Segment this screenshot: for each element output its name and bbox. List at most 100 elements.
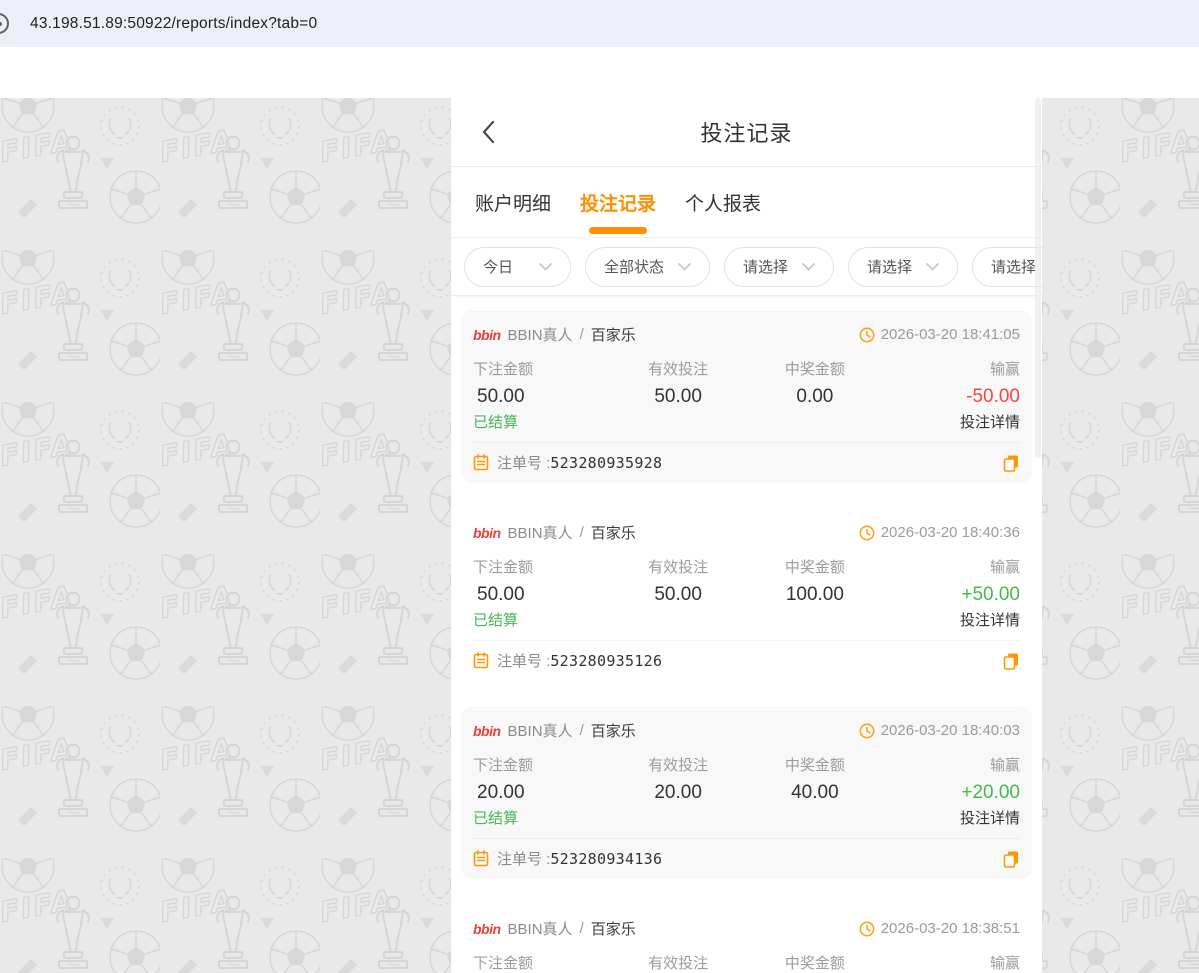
order-note-icon	[473, 850, 489, 867]
url-text[interactable]: 43.198.51.89:50922/reports/index?tab=0	[30, 15, 317, 33]
order-number-label: 注单号 :	[497, 452, 550, 473]
bet-time: 2026-03-20 18:40:03	[859, 722, 1020, 739]
copy-icon	[1003, 454, 1020, 472]
copy-icon	[1003, 652, 1020, 670]
copy-icon	[1003, 850, 1020, 868]
panel-header: 投注记录	[451, 98, 1042, 167]
bet-time: 2026-03-20 18:41:05	[859, 326, 1020, 343]
provider-name: BBIN真人	[508, 324, 573, 345]
tab-personal-report[interactable]: 个人报表	[685, 167, 761, 237]
profit-value: +20.00	[883, 782, 1020, 804]
profit-label: 输赢	[883, 556, 1020, 577]
tab-account-detail[interactable]: 账户明细	[475, 167, 551, 237]
profit-col: 输赢 +50.00	[883, 556, 1020, 606]
provider-name: BBIN真人	[508, 918, 573, 939]
order-number-label: 注单号 :	[497, 848, 550, 869]
bet-record-list: bbin BBIN真人 / 百家乐 2026-03-20 18:41:05 下注…	[451, 296, 1042, 973]
win-amount-col: 中奖金额 100.00	[747, 556, 884, 606]
bet-amount-value: 50.00	[473, 584, 610, 606]
tab-bar: 账户明细 投注记录 个人报表	[451, 167, 1042, 238]
amount-columns: 下注金额 20.00 有效投注 20.00 中奖金额 40.00 输赢 +20.…	[473, 754, 1020, 804]
copy-button[interactable]	[1003, 652, 1020, 670]
bet-detail-link[interactable]: 投注详情	[960, 609, 1020, 630]
clock-icon	[859, 327, 875, 343]
chevron-down-icon	[802, 263, 815, 271]
provider-separator: /	[580, 722, 584, 739]
provider-name: BBIN真人	[508, 720, 573, 741]
profit-col: 输赢 -50.00	[883, 358, 1020, 408]
clock-icon	[859, 525, 875, 541]
order-number-value: 523280935928	[550, 454, 662, 472]
valid-bet-value: 50.00	[610, 386, 747, 408]
bet-amount-col: 下注金额 50.00	[473, 358, 610, 408]
bet-timestamp: 2026-03-20 18:38:51	[881, 920, 1020, 937]
bet-time: 2026-03-20 18:40:36	[859, 524, 1020, 541]
filter-status-label: 全部状态	[604, 256, 664, 277]
valid-bet-col: 有效投注 100.00	[610, 952, 747, 973]
app-panel: 投注记录 账户明细 投注记录 个人报表 今日 全部状态 请选择	[451, 98, 1042, 973]
chevron-down-icon	[539, 263, 552, 271]
order-number-value: 523280935126	[550, 652, 662, 670]
browser-address-bar[interactable]: 43.198.51.89:50922/reports/index?tab=0	[0, 0, 1199, 47]
bet-record-card: bbin BBIN真人 / 百家乐 2026-03-20 18:40:03 下注…	[461, 706, 1032, 879]
provider-info: bbin BBIN真人 / 百家乐	[473, 324, 636, 345]
profit-col: 输赢 +20.00	[883, 754, 1020, 804]
chevron-left-icon	[481, 120, 495, 144]
filter-select-5[interactable]: 请选择	[972, 247, 1042, 287]
card-header: bbin BBIN真人 / 百家乐 2026-03-20 18:40:03	[473, 720, 1020, 741]
profit-value: -50.00	[883, 386, 1020, 408]
bet-amount-col: 下注金额 50.00	[473, 556, 610, 606]
card-header: bbin BBIN真人 / 百家乐 2026-03-20 18:41:05	[473, 324, 1020, 345]
provider-info: bbin BBIN真人 / 百家乐	[473, 522, 636, 543]
valid-bet-value: 20.00	[610, 782, 747, 804]
bet-detail-link[interactable]: 投注详情	[960, 411, 1020, 432]
win-amount-label: 中奖金额	[747, 952, 884, 973]
profit-label: 输赢	[883, 754, 1020, 775]
status-badge: 已结算	[473, 807, 518, 828]
filter-date-select[interactable]: 今日	[464, 247, 571, 287]
copy-button[interactable]	[1003, 850, 1020, 868]
bet-amount-col: 下注金额 20.00	[473, 754, 610, 804]
clock-icon	[859, 723, 875, 739]
amount-columns: 下注金额 50.00 有效投注 50.00 中奖金额 100.00 输赢 +50…	[473, 556, 1020, 606]
bbin-logo: bbin	[473, 327, 501, 343]
bet-amount-value: 20.00	[473, 782, 610, 804]
win-amount-col: 中奖金额 40.00	[747, 754, 884, 804]
tab-bet-records[interactable]: 投注记录	[580, 167, 656, 237]
profit-col: 输赢 -100.00	[883, 952, 1020, 973]
panel-scrollbar[interactable]	[1035, 98, 1041, 458]
status-row: 已结算 投注详情	[473, 807, 1020, 828]
site-info-icon[interactable]	[0, 13, 9, 34]
filter-select-3[interactable]: 请选择	[724, 247, 834, 287]
filter-select-4[interactable]: 请选择	[848, 247, 958, 287]
bet-timestamp: 2026-03-20 18:40:03	[881, 722, 1020, 739]
clock-icon	[859, 921, 875, 937]
bet-detail-link[interactable]: 投注详情	[960, 807, 1020, 828]
win-amount-label: 中奖金额	[747, 358, 884, 379]
order-note-icon	[473, 652, 489, 669]
order-number-label: 注单号 :	[497, 650, 550, 671]
bet-amount-label: 下注金额	[473, 556, 610, 577]
bet-timestamp: 2026-03-20 18:41:05	[881, 326, 1020, 343]
game-name: 百家乐	[591, 720, 636, 741]
valid-bet-col: 有效投注 50.00	[610, 358, 747, 408]
win-amount-value: 0.00	[747, 386, 884, 408]
copy-button[interactable]	[1003, 454, 1020, 472]
bet-amount-value: 50.00	[473, 386, 610, 408]
bet-record-card: bbin BBIN真人 / 百家乐 2026-03-20 18:38:51 下注…	[461, 904, 1032, 973]
filter-bar: 今日 全部状态 请选择 请选择	[451, 238, 1042, 296]
status-row: 已结算 投注详情	[473, 411, 1020, 432]
win-amount-label: 中奖金额	[747, 556, 884, 577]
game-name: 百家乐	[591, 918, 636, 939]
valid-bet-col: 有效投注 50.00	[610, 556, 747, 606]
chevron-down-icon	[926, 263, 939, 271]
card-header: bbin BBIN真人 / 百家乐 2026-03-20 18:40:36	[473, 522, 1020, 543]
filter-select-3-label: 请选择	[743, 256, 788, 277]
filter-status-select[interactable]: 全部状态	[585, 247, 710, 287]
win-amount-col: 中奖金额 0.00	[747, 358, 884, 408]
provider-info: bbin BBIN真人 / 百家乐	[473, 918, 636, 939]
win-amount-value: 40.00	[747, 782, 884, 804]
filter-select-4-label: 请选择	[867, 256, 912, 277]
back-button[interactable]	[475, 119, 501, 145]
chevron-down-icon	[678, 263, 691, 271]
